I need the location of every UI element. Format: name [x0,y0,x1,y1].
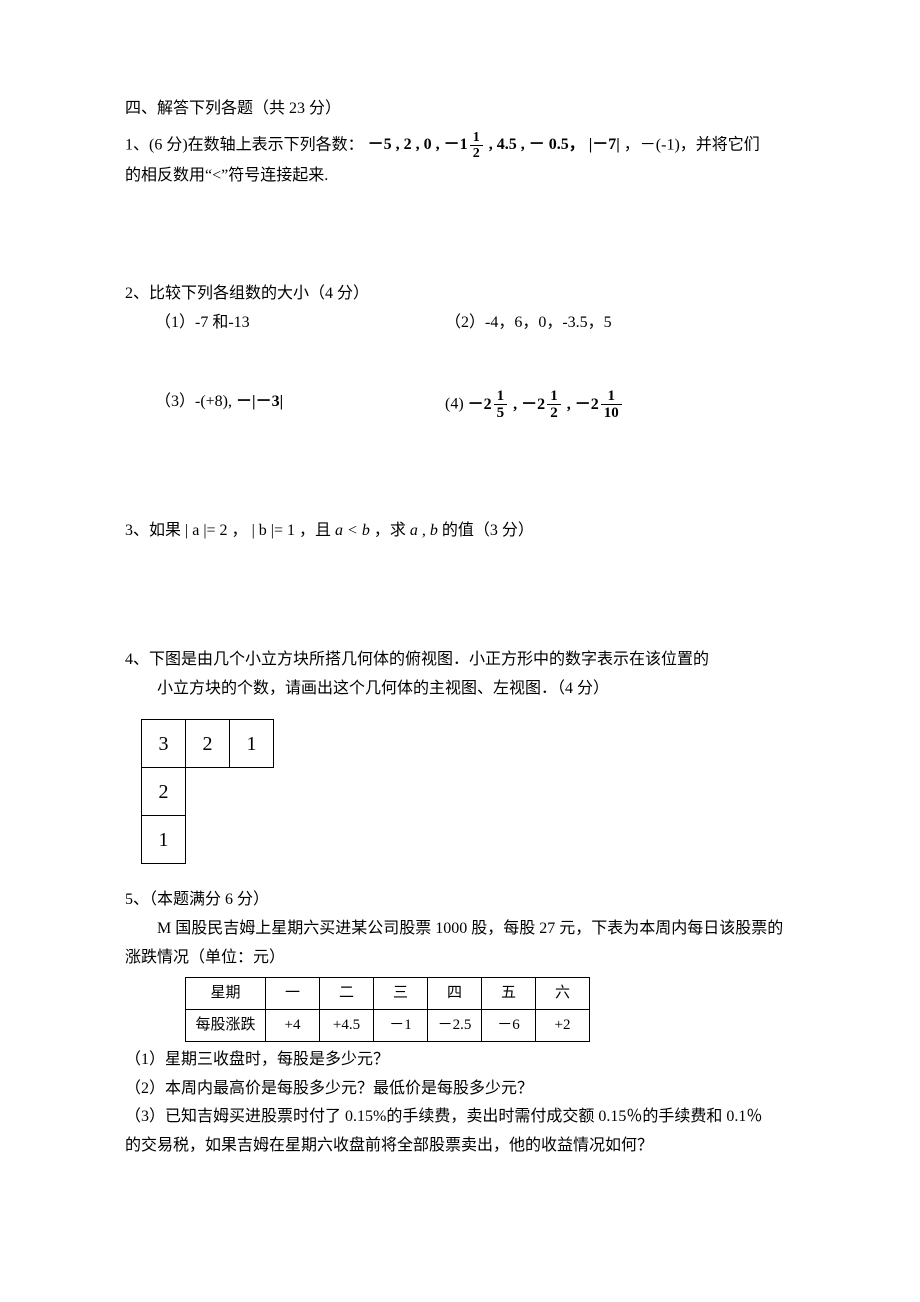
q4-line1: 4、下图是由几个小立方块所搭几何体的俯视图．小正方形中的数字表示在该位置的 [125,646,795,675]
q2-s3-neg: － [236,393,252,410]
question-5: 5、（本题满分 6 分） M 国股民吉姆上星期六买进某公司股票 1000 股，每… [125,886,795,1161]
q2-title: 2、比较下列各组数的大小（4 分） [125,280,795,309]
q3-abs-b-eq: | b |= 1 [252,522,295,539]
grid-cell-empty [230,816,274,864]
q1-frac-1-2: 12 [470,130,483,162]
stock-header: 一 [266,977,320,1009]
q3-vars: a , b [410,522,438,539]
stock-row-label: 每股涨跌 [186,1009,266,1041]
grid-cell: 3 [142,720,186,768]
q5-p3b: 的交易税，如果吉姆在星期六收盘前将全部股票卖出，他的收益情况如何？ [125,1132,795,1161]
top-view-grid: 3 2 1 2 1 [141,719,274,864]
frac-1-2: 12 [547,388,561,422]
q2-row2: （3）-(+8), －|－3| (4) －215 , －212 , －2110 [125,388,795,422]
q2-s4-a: －2 [468,396,492,413]
stock-cell: +2 [536,1009,590,1041]
q2-sub2: （2）-4，6，0，-3.5，5 [445,309,795,338]
q3-mid1: ， [232,522,248,539]
q2-s4-c: , －2 [563,396,599,413]
q3-mid2: ，且 [299,522,331,539]
frac-num: 1 [601,388,622,406]
stock-table: 星期 一 二 三 四 五 六 每股涨跌 +4 +4.5 －1 －2.5 －6 +… [185,977,590,1042]
q2-s3-lead: （3）-(+8), [155,393,236,410]
stock-value-row: 每股涨跌 +4 +4.5 －1 －2.5 －6 +2 [186,1009,590,1041]
stock-header: 星期 [186,977,266,1009]
frac-num: 1 [470,130,483,146]
grid-cell: 1 [142,816,186,864]
q3-mid3: ，求 [374,522,406,539]
q5-p1: （1）星期三收盘时，每股是多少元？ [125,1046,795,1075]
grid-row: 3 2 1 [142,720,274,768]
frac-1-5: 15 [494,388,508,422]
q1-numbers: －5 , 2 , 0 , －112 , 4.5 , － 0.5， |－7| [368,136,624,153]
question-3: 3、如果 | a |= 2 ， | b |= 1 ，且 a < b ，求 a ,… [125,517,795,546]
frac-den: 5 [494,405,508,422]
question-1: 1、(6 分)在数轴上表示下列各数： －5 , 2 , 0 , －112 , 4… [125,130,795,191]
q2-s4-expr: －215 , －212 , －2110 [468,396,624,413]
stock-cell: －2.5 [428,1009,482,1041]
stock-cell: －1 [374,1009,428,1041]
frac-den: 2 [547,405,561,422]
stock-header-row: 星期 一 二 三 四 五 六 [186,977,590,1009]
stock-header: 四 [428,977,482,1009]
q5-title: 5、（本题满分 6 分） [125,886,795,915]
grid-cell-empty [230,768,274,816]
grid-row: 2 [142,768,274,816]
stock-cell: －6 [482,1009,536,1041]
q1-line1: 1、(6 分)在数轴上表示下列各数： －5 , 2 , 0 , －112 , 4… [125,130,795,162]
q2-sub1: （1）-7 和-13 [125,309,445,338]
frac-den: 10 [601,405,622,422]
grid-row: 1 [142,816,274,864]
stock-header: 五 [482,977,536,1009]
question-2: 2、比较下列各组数的大小（4 分） （1）-7 和-13 （2）-4，6，0，-… [125,280,795,422]
frac-num: 1 [494,388,508,406]
stock-header: 二 [320,977,374,1009]
q1-tail: ，－(-1)，并将它们 [624,136,760,153]
q5-p2: （2）本周内最高价是每股多少元？最低价是每股多少元？ [125,1075,795,1104]
frac-1-10: 110 [601,388,622,422]
stock-cell: +4 [266,1009,320,1041]
grid-cell: 2 [186,720,230,768]
q5-intro1: M 国股民吉姆上星期六买进某公司股票 1000 股，每股 27 元，下表为本周内… [125,915,795,944]
section-title: 四、解答下列各题（共 23 分） [125,95,795,124]
q2-s4-b: , －2 [509,396,545,413]
question-4: 4、下图是由几个小立方块所搭几何体的俯视图．小正方形中的数字表示在该位置的 小立… [125,646,795,865]
stock-cell: +4.5 [320,1009,374,1041]
q2-row1: （1）-7 和-13 （2）-4，6，0，-3.5，5 [125,309,795,338]
stock-header: 六 [536,977,590,1009]
grid-cell: 2 [142,768,186,816]
stock-header: 三 [374,977,428,1009]
grid-cell-empty [186,816,230,864]
section-title-text: 四、解答下列各题（共 23 分） [125,100,341,117]
q1-abs-inner: －7 [592,136,616,153]
frac-num: 1 [547,388,561,406]
frac-den: 2 [470,146,483,161]
q4-line2: 小立方块的个数，请画出这个几何体的主视图、左视图．（4 分） [125,675,795,704]
grid-cell-empty [186,768,230,816]
q1-prefix: 1、(6 分)在数轴上表示下列各数： [125,136,364,153]
q5-p3a: （3）已知吉姆买进股票时付了 0.15%的手续费，卖出时需付成交额 0.15％的… [125,1103,795,1132]
q2-sub4: (4) －215 , －212 , －2110 [445,388,795,422]
q1-mid: , 4.5 , － 0.5， [485,136,585,153]
q1-abs-neg7: |－7| [589,136,620,153]
q3-abs-a-eq: | a |= 2 [185,522,228,539]
q2-s3-neg-abs: －|－3| [236,393,283,410]
q1-line2: 的相反数用“<”符号连接起来. [125,162,795,191]
grid-cell: 1 [230,720,274,768]
q5-intro2: 涨跌情况（单位：元） [125,944,795,973]
q3-tail: 的值（3 分） [442,522,534,539]
q2-s4-lead: (4) [445,396,468,413]
q3-lead: 3、如果 [125,522,181,539]
q2-s3-abs: －3 [256,393,280,410]
q3-cond: a < b [335,522,370,539]
q1-lead: －5 , 2 , 0 , －1 [368,136,468,153]
q2-sub3: （3）-(+8), －|－3| [125,388,445,422]
